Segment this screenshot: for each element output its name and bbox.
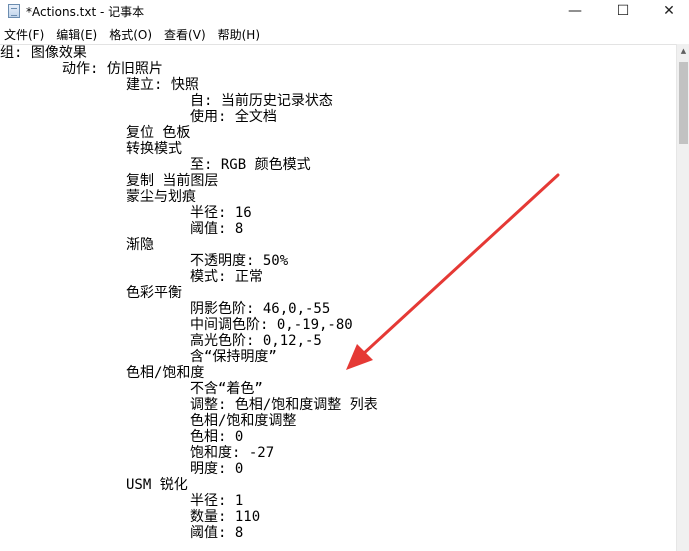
text-line: 动作: 仿旧照片 [62,61,163,77]
text-line: 高光色阶: 0,12,-5 [190,333,322,349]
text-line: 至: RGB 颜色模式 [190,157,311,173]
text-line: 阈值: 8 [190,525,244,541]
text-line: 中间调色阶: 0,-19,-80 [190,317,353,333]
text-line: 调整: 色相/饱和度调整 列表 [190,397,378,413]
text-line: 转换模式 [126,141,182,157]
menu-file[interactable]: 文件(F) [0,26,50,43]
menu-edit[interactable]: 编辑(E) [50,26,103,43]
text-line: 组: 图像效果 [0,45,87,61]
maximize-button[interactable]: ☐ [600,0,646,22]
menu-bar: 文件(F) 编辑(E) 格式(O) 查看(V) 帮助(H) [0,24,689,44]
menu-help[interactable]: 帮助(H) [212,26,266,43]
text-line: 饱和度: -27 [190,445,275,461]
vertical-scrollbar[interactable]: ▲ [676,44,689,551]
text-line: 阈值: 8 [190,221,244,237]
text-line: 半径: 1 [190,493,244,509]
text-editor[interactable]: 组: 图像效果 动作: 仿旧照片 建立: 快照 自: 当前历史记录状态 使用: … [0,44,676,551]
text-line: USM 锐化 [126,477,188,493]
text-line: 明度: 0 [190,461,244,477]
scroll-up-arrow-icon[interactable]: ▲ [677,44,689,58]
text-line: 建立: 快照 [126,77,199,93]
close-button[interactable]: ✕ [646,0,689,22]
text-line: 渐隐 [126,237,154,253]
text-line: 模式: 正常 [190,269,263,285]
text-line: 自: 当前历史记录状态 [190,93,333,109]
text-line: 色彩平衡 [126,285,182,301]
text-line: 半径: 16 [190,205,252,221]
notepad-icon [8,4,20,18]
text-line: 复位 色板 [126,125,191,141]
text-line: 含“保持明度” [190,349,277,365]
window-title: *Actions.txt - 记事本 [26,4,145,19]
text-line: 蒙尘与划痕 [126,189,196,205]
text-line: 色相/饱和度 [126,365,205,381]
menu-format[interactable]: 格式(O) [103,26,158,43]
text-line: 数量: 110 [190,509,261,525]
text-line: 复制 当前图层 [126,173,219,189]
scroll-thumb[interactable] [679,62,688,144]
text-line: 色相/饱和度调整 [190,413,297,429]
text-line: 不含“着色” [190,381,263,397]
text-line: 不透明度: 50% [190,253,289,269]
text-line: 色相: 0 [190,429,244,445]
menu-view[interactable]: 查看(V) [158,26,212,43]
text-line: 阴影色阶: 46,0,-55 [190,301,331,317]
text-line: 使用: 全文档 [190,109,277,125]
minimize-button[interactable]: — [552,0,598,22]
title-bar: *Actions.txt - 记事本 — ☐ ✕ [0,0,689,22]
